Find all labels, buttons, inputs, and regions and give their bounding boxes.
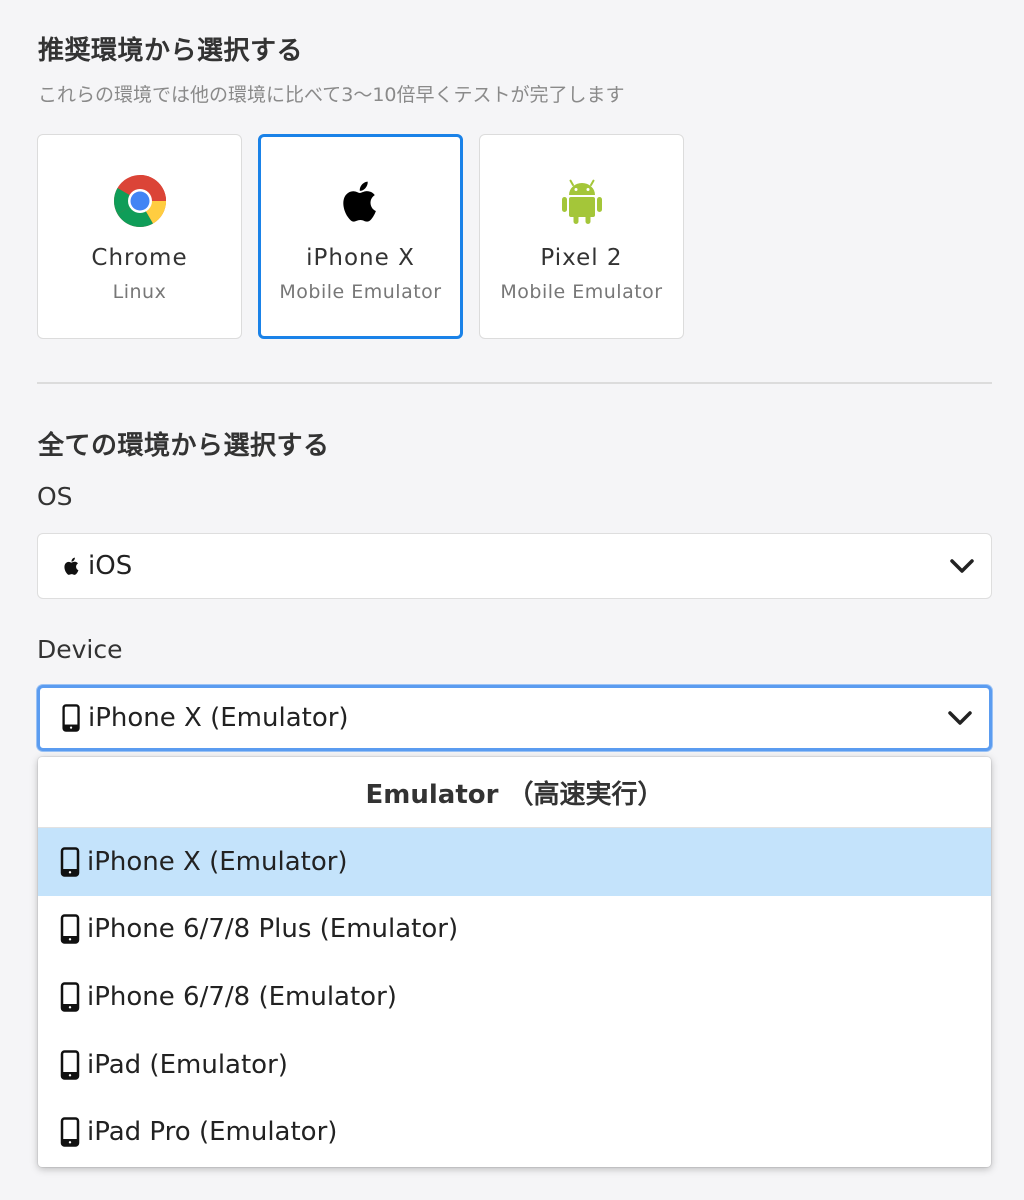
device-select-value: iPhone X (Emulator) (88, 703, 349, 733)
device-select[interactable]: iPhone X (Emulator) (37, 685, 992, 751)
recommended-cards: Chrome Linux iPhone X Mobile Emulator Pi… (37, 134, 684, 339)
mobile-phone-icon (62, 704, 80, 732)
env-card-name: Pixel 2 (540, 245, 623, 271)
dropdown-option-label: iPhone X (Emulator) (87, 846, 348, 877)
mobile-phone-icon (60, 847, 80, 877)
recommended-subtitle: これらの環境では他の環境に比べて3〜10倍早くテストが完了します (38, 84, 625, 106)
device-label: Device (37, 635, 123, 664)
apple-icon (64, 557, 79, 575)
dropdown-option-label: iPhone 6/7/8 (Emulator) (87, 981, 397, 1012)
os-label: OS (37, 482, 73, 511)
chevron-down-icon (948, 711, 972, 725)
env-card-iphone-x[interactable]: iPhone X Mobile Emulator (258, 134, 463, 339)
dropdown-option-label: iPad (Emulator) (87, 1049, 288, 1080)
os-select-value: iOS (88, 551, 133, 581)
env-card-name: Chrome (91, 245, 188, 271)
dropdown-option-label: iPad Pro (Emulator) (87, 1117, 338, 1148)
dropdown-option[interactable]: iPhone X (Emulator) (38, 828, 991, 896)
env-card-chrome[interactable]: Chrome Linux (37, 134, 242, 339)
env-card-kind: Mobile Emulator (279, 281, 442, 303)
dropdown-option[interactable]: iPhone 6/7/8 (Emulator) (38, 963, 991, 1031)
mobile-phone-icon (60, 1049, 80, 1080)
mobile-phone-icon (60, 914, 80, 945)
dropdown-option[interactable]: iPad Pro (Emulator) (38, 1098, 991, 1166)
os-select[interactable]: iOS (37, 533, 992, 599)
dropdown-group-header: Emulator （高速実行） (38, 757, 991, 828)
section-divider (37, 382, 992, 384)
mobile-phone-icon (60, 982, 80, 1012)
env-card-kind: Linux (112, 281, 167, 303)
chevron-down-icon (950, 559, 974, 573)
env-card-name: iPhone X (306, 245, 415, 271)
android-icon (561, 179, 602, 224)
mobile-phone-icon (60, 1117, 80, 1147)
env-card-kind: Mobile Emulator (500, 281, 663, 303)
dropdown-option-label: iPhone 6/7/8 Plus (Emulator) (87, 914, 459, 945)
all-title: 全ての環境から選択する (38, 431, 330, 461)
chrome-icon (113, 175, 166, 227)
device-dropdown-list: Emulator （高速実行） iPhone X (Emulator) iPho… (38, 757, 991, 1167)
recommended-title: 推奨環境から選択する (38, 36, 304, 66)
apple-icon (342, 181, 376, 222)
dropdown-option[interactable]: iPhone 6/7/8 Plus (Emulator) (38, 896, 991, 964)
dropdown-option[interactable]: iPad (Emulator) (38, 1031, 991, 1099)
env-card-pixel-2[interactable]: Pixel 2 Mobile Emulator (479, 134, 684, 339)
